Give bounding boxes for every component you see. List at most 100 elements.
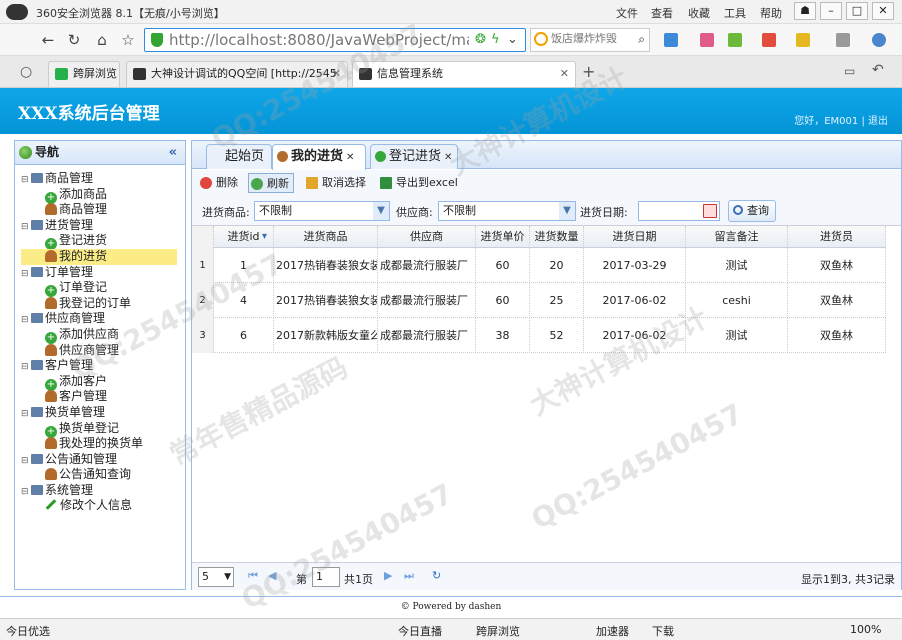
tab-close-icon[interactable]: ✕ <box>560 62 569 86</box>
status-live[interactable]: 今日直播 <box>398 623 442 639</box>
first-page-icon[interactable]: ⏮ <box>248 569 258 583</box>
tab-list-icon[interactable]: ▭ <box>844 64 855 78</box>
new-tab-icon[interactable]: + <box>582 62 595 81</box>
browser-tab-qq-space[interactable]: 大神设计调试的QQ空间 [http://2545 ✕ <box>126 61 348 87</box>
query-button[interactable]: 查询 <box>728 200 776 222</box>
refresh-icon[interactable]: ↻ <box>64 30 84 50</box>
sidebar-item[interactable]: + 添加客户 <box>21 374 185 391</box>
menu-favorites[interactable]: 收藏 <box>688 5 710 21</box>
toolbar-translate-icon[interactable] <box>728 33 742 47</box>
home-icon[interactable]: ⌂ <box>92 30 112 50</box>
toolbar-extension-icon[interactable] <box>664 33 678 47</box>
date-input[interactable] <box>638 201 720 221</box>
browser-tab-info-system[interactable]: 信息管理系统 ✕ <box>352 61 576 87</box>
star-icon[interactable]: ☆ <box>118 30 138 50</box>
tab-register-purchase[interactable]: 登记进货 ✕ <box>370 144 458 169</box>
nav-group[interactable]: ⊟ 系统管理 <box>21 483 185 499</box>
table-row[interactable]: 2 4 2017热销春装狼女装 成都最流行服装厂 60 25 2017-06-02 ceshi… <box>192 283 886 318</box>
sidebar-item[interactable]: 我的进货 <box>21 248 177 265</box>
toolbar-game-icon[interactable] <box>836 33 850 47</box>
calendar-icon[interactable] <box>703 204 717 218</box>
sidebar-item[interactable]: + 添加供应商 <box>21 327 185 344</box>
sidebar-item[interactable]: 公告通知查询 <box>21 467 185 483</box>
lightning-icon[interactable]: ϟ <box>491 32 500 47</box>
minimize-icon[interactable]: – <box>820 2 842 20</box>
back-icon[interactable]: ← <box>38 30 58 50</box>
url-box[interactable]: ❂ ϟ ⌄ <box>144 28 526 52</box>
toolbar-zoom-icon[interactable] <box>872 33 886 47</box>
sort-desc-icon[interactable]: ▾ <box>262 231 267 242</box>
nav-group[interactable]: ⊟ 商品管理 <box>21 171 185 187</box>
cancel-select-button[interactable]: 取消选择 <box>304 173 366 193</box>
status-accelerator[interactable]: 加速器 <box>596 623 629 639</box>
toolbar-app-icon[interactable] <box>796 33 810 47</box>
tab-close-icon[interactable]: ✕ <box>444 152 452 163</box>
cloud-icon[interactable]: ○ <box>20 64 32 80</box>
page-number-input[interactable]: 1 <box>312 567 340 587</box>
toolbar-mail-icon[interactable] <box>762 33 776 47</box>
search-input[interactable] <box>551 32 631 45</box>
tab-close-icon[interactable]: ✕ <box>346 152 354 163</box>
status-daily-pick[interactable]: 今日优选 <box>6 623 50 639</box>
maximize-icon[interactable]: □ <box>846 2 868 20</box>
next-page-icon[interactable]: ▶ <box>384 569 392 582</box>
user-logout-link[interactable]: 您好，EM001 | 退出 <box>794 112 888 127</box>
column-header[interactable]: 留言备注 <box>686 226 788 248</box>
nav-group[interactable]: ⊟ 公告通知管理 <box>21 452 185 468</box>
status-download[interactable]: 下载 <box>652 623 674 639</box>
table-row[interactable]: 3 6 2017新款韩版女童么 成都最流行服装厂 38 52 2017-06-02 测试 双鱼林 <box>192 318 886 353</box>
table-row[interactable]: 1 1 2017热销春装狼女装 成都最流行服装厂 60 20 2017-03-29 测试 双鱼林 <box>192 248 886 283</box>
refresh-button[interactable]: 刷新 <box>248 173 294 193</box>
tab-my-purchases[interactable]: 我的进货 ✕ <box>272 144 366 170</box>
dropdown-icon[interactable]: ⌄ <box>507 32 518 47</box>
skin-icon[interactable]: ☗ <box>794 2 816 20</box>
search-box[interactable]: ⌕ <box>530 28 650 52</box>
nav-group[interactable]: ⊟ 供应商管理 <box>21 311 185 327</box>
nav-group[interactable]: ⊟ 订单管理 <box>21 265 185 281</box>
tab-home[interactable]: 起始页 <box>206 144 272 169</box>
menu-file[interactable]: 文件 <box>616 5 638 21</box>
search-icon[interactable]: ⌕ <box>638 32 645 47</box>
undo-close-icon[interactable]: ↶ <box>872 62 884 78</box>
url-input[interactable] <box>169 30 469 50</box>
column-header[interactable]: 进货数量 <box>530 226 584 248</box>
column-header[interactable]: 供应商 <box>378 226 476 248</box>
sidebar-item[interactable]: 商品管理 <box>21 202 185 218</box>
compat-mode-icon[interactable]: ❂ <box>475 32 486 47</box>
collapse-icon[interactable]: « <box>169 141 177 164</box>
nav-group[interactable]: ⊟ 客户管理 <box>21 358 185 374</box>
browser-tab-cross-screen[interactable]: 跨屏浏览 <box>48 61 120 87</box>
column-header[interactable]: 进货员 <box>788 226 886 248</box>
last-page-icon[interactable]: ⏭ <box>404 569 414 583</box>
close-icon[interactable]: ✕ <box>872 2 894 20</box>
column-header[interactable]: 进货商品 <box>274 226 378 248</box>
supplier-select[interactable]: 不限制 ▼ <box>438 201 576 221</box>
chevron-down-icon[interactable]: ▼ <box>559 202 575 220</box>
sidebar-item[interactable]: + 添加商品 <box>21 187 185 204</box>
export-excel-button[interactable]: 导出到excel <box>378 173 458 193</box>
sidebar-item[interactable]: 我登记的订单 <box>21 296 185 312</box>
sidebar-item[interactable]: 我处理的换货单 <box>21 436 185 452</box>
nav-group[interactable]: ⊟ 换货单管理 <box>21 405 185 421</box>
toolbar-weibo-icon[interactable] <box>700 33 714 47</box>
sidebar-item[interactable]: 修改个人信息 <box>21 498 185 514</box>
status-zoom[interactable]: 100% <box>850 623 881 636</box>
reload-icon[interactable]: ↻ <box>432 569 441 582</box>
delete-button[interactable]: 删除 <box>198 173 238 193</box>
column-header[interactable]: 进货单价 <box>476 226 530 248</box>
nav-group[interactable]: ⊟ 进货管理 <box>21 218 185 234</box>
chevron-down-icon[interactable]: ▼ <box>373 202 389 220</box>
chevron-down-icon[interactable]: ▼ <box>224 568 231 586</box>
column-header[interactable]: 进货日期 <box>584 226 686 248</box>
sidebar-item[interactable]: 客户管理 <box>21 389 185 405</box>
sidebar-item[interactable]: 供应商管理 <box>21 343 185 359</box>
tab-close-icon[interactable]: ✕ <box>332 62 341 86</box>
prev-page-icon[interactable]: ◀ <box>268 569 276 582</box>
page-size-select[interactable]: 5 ▼ <box>198 567 234 587</box>
menu-help[interactable]: 帮助 <box>760 5 782 21</box>
sidebar-item[interactable]: + 换货单登记 <box>21 421 185 438</box>
status-cross-screen[interactable]: 跨屏浏览 <box>476 623 520 639</box>
sidebar-item[interactable]: + 订单登记 <box>21 280 185 298</box>
menu-view[interactable]: 查看 <box>651 5 673 21</box>
goods-select[interactable]: 不限制 ▼ <box>254 201 390 221</box>
